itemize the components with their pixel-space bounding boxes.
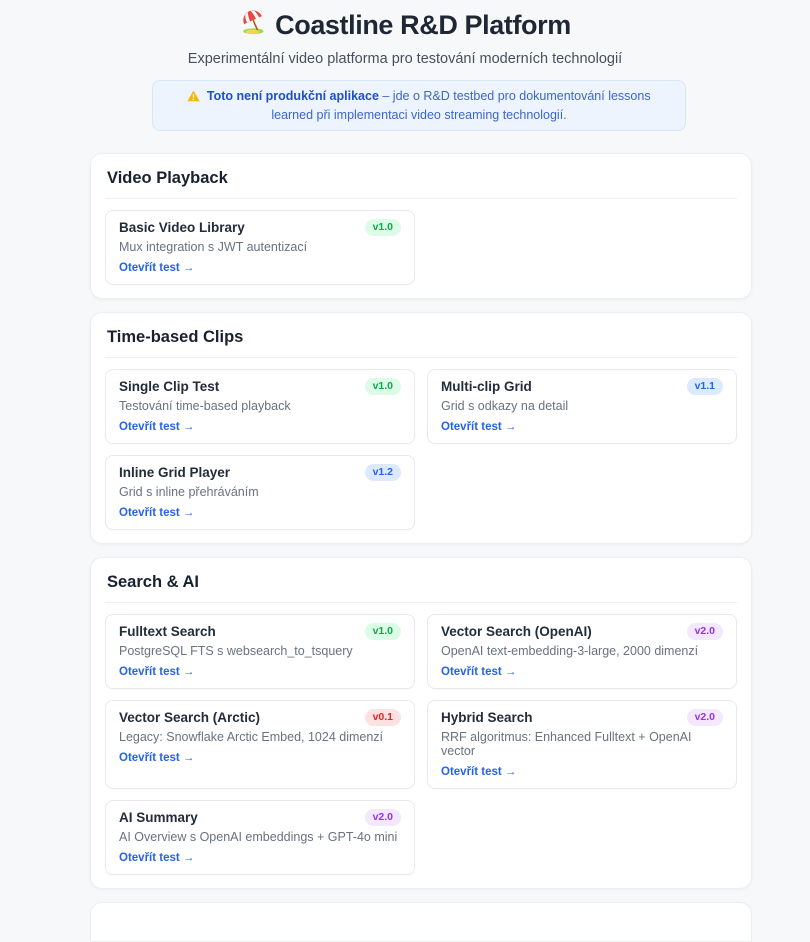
card-title: Single Clip Test — [119, 379, 219, 395]
card-title: Vector Search (OpenAI) — [441, 624, 592, 640]
card-fulltext-search: Fulltext Search v1.0 PostgreSQL FTS s we… — [105, 614, 415, 689]
card-grid: Fulltext Search v1.0 PostgreSQL FTS s we… — [105, 614, 737, 875]
card-description: Mux integration s JWT autentizací — [119, 240, 401, 254]
card-single-clip-test: Single Clip Test v1.0 Testování time-bas… — [105, 369, 415, 444]
card-multi-clip-grid: Multi-clip Grid v1.1 Grid s odkazy na de… — [427, 369, 737, 444]
section-video-playback: Video Playback Basic Video Library v1.0 … — [90, 153, 752, 299]
version-badge: v1.0 — [365, 378, 401, 395]
card-vector-search-openai: Vector Search (OpenAI) v2.0 OpenAI text-… — [427, 614, 737, 689]
card-title: AI Summary — [119, 810, 198, 826]
card-vector-search-arctic: Vector Search (Arctic) v0.1 Legacy: Snow… — [105, 700, 415, 789]
next-section-panel-partial — [90, 902, 752, 942]
section-title: Search & AI — [105, 572, 737, 603]
section-title: Video Playback — [105, 168, 737, 199]
section-title: Time-based Clips — [105, 327, 737, 358]
open-test-link[interactable]: Otevřít test → — [119, 421, 194, 433]
card-title: Hybrid Search — [441, 710, 533, 726]
card-basic-video-library: Basic Video Library v1.0 Mux integration… — [105, 210, 415, 285]
page-title-text: Coastline R&D Platform — [275, 9, 571, 41]
version-badge: v1.0 — [365, 623, 401, 640]
open-test-link[interactable]: Otevřít test → — [119, 852, 194, 864]
card-description: Grid s inline přehráváním — [119, 485, 401, 499]
version-badge: v1.0 — [365, 219, 401, 236]
version-badge: v2.0 — [687, 709, 723, 726]
card-description: Grid s odkazy na detail — [441, 399, 723, 413]
section-time-based-clips: Time-based Clips Single Clip Test v1.0 T… — [90, 312, 752, 544]
card-title: Basic Video Library — [119, 220, 245, 236]
version-badge: v1.1 — [687, 378, 723, 395]
card-inline-grid-player: Inline Grid Player v1.2 Grid s inline př… — [105, 455, 415, 530]
main-content: Video Playback Basic Video Library v1.0 … — [90, 153, 752, 889]
open-test-link[interactable]: Otevřít test → — [119, 666, 194, 678]
page-title: Coastline R&D Platform — [0, 8, 810, 42]
open-test-link[interactable]: Otevřít test → — [441, 766, 516, 778]
page-subtitle: Experimentální video platforma pro testo… — [0, 51, 810, 68]
card-description: Testování time-based playback — [119, 399, 401, 413]
card-hybrid-search: Hybrid Search v2.0 RRF algoritmus: Enhan… — [427, 700, 737, 789]
version-badge: v0.1 — [365, 709, 401, 726]
card-description: Legacy: Snowflake Arctic Embed, 1024 dim… — [119, 730, 401, 744]
open-test-link[interactable]: Otevřít test → — [119, 507, 194, 519]
section-search-ai: Search & AI Fulltext Search v1.0 Postgre… — [90, 557, 752, 889]
version-badge: v2.0 — [365, 809, 401, 826]
warning-banner: Toto není produkční aplikace – jde o R&D… — [152, 80, 686, 131]
card-grid: Single Clip Test v1.0 Testování time-bas… — [105, 369, 737, 530]
card-title: Inline Grid Player — [119, 465, 230, 481]
card-description: AI Overview s OpenAI embeddings + GPT-4o… — [119, 830, 401, 844]
page-header: Coastline R&D Platform Experimentální vi… — [0, 8, 810, 68]
beach-umbrella-icon — [239, 8, 266, 42]
open-test-link[interactable]: Otevřít test → — [119, 752, 194, 764]
card-description: OpenAI text-embedding-3-large, 2000 dime… — [441, 644, 723, 658]
open-test-link[interactable]: Otevřít test → — [441, 666, 516, 678]
card-grid: Basic Video Library v1.0 Mux integration… — [105, 210, 737, 285]
version-badge: v2.0 — [687, 623, 723, 640]
card-ai-summary: AI Summary v2.0 AI Overview s OpenAI emb… — [105, 800, 415, 875]
card-title: Fulltext Search — [119, 624, 216, 640]
card-title: Multi-clip Grid — [441, 379, 532, 395]
version-badge: v1.2 — [365, 464, 401, 481]
card-description: PostgreSQL FTS s websearch_to_tsquery — [119, 644, 401, 658]
open-test-link[interactable]: Otevřít test → — [441, 421, 516, 433]
open-test-link[interactable]: Otevřít test → — [119, 262, 194, 274]
card-title: Vector Search (Arctic) — [119, 710, 260, 726]
card-description: RRF algoritmus: Enhanced Fulltext + Open… — [441, 730, 723, 758]
warning-icon — [187, 89, 206, 103]
banner-bold-text: Toto není produkční aplikace — [207, 89, 379, 103]
